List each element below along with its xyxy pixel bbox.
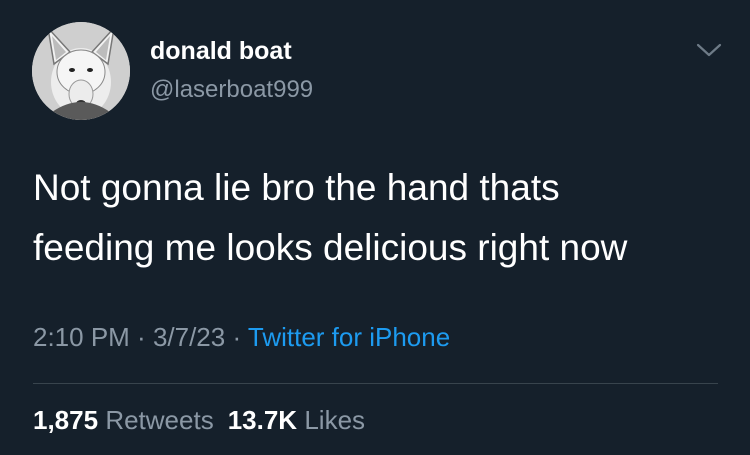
likes-stat[interactable]: 13.7K Likes xyxy=(228,405,365,435)
tweet-card: donald boat @laserboat999 Not gonna lie … xyxy=(0,0,750,455)
chevron-down-icon xyxy=(696,43,722,57)
user-handle[interactable]: @laserboat999 xyxy=(150,76,313,104)
divider xyxy=(33,383,718,384)
retweets-stat[interactable]: 1,875 Retweets xyxy=(33,405,214,435)
likes-count: 13.7K xyxy=(227,405,298,435)
tweet-date[interactable]: 3/7/23 xyxy=(153,322,225,352)
retweets-label: Retweets xyxy=(105,405,214,435)
tweet-time[interactable]: 2:10 PM xyxy=(33,322,130,352)
tweet-source-link[interactable]: Twitter for iPhone xyxy=(248,322,450,352)
display-name[interactable]: donald boat xyxy=(150,37,292,66)
tweet-text: Not gonna lie bro the hand thats feeding… xyxy=(33,158,723,278)
tweet-text-line: Not gonna lie bro the hand thats xyxy=(33,167,560,208)
meta-separator: · xyxy=(129,322,153,352)
tweet-meta: 2:10 PM · 3/7/23 · Twitter for iPhone xyxy=(33,322,450,353)
bull-terrier-avatar-icon xyxy=(32,22,130,120)
likes-label: Likes xyxy=(304,405,366,435)
tweet-text-line: feeding me looks delicious right now xyxy=(33,227,628,268)
avatar[interactable] xyxy=(32,22,130,120)
tweet-stats: 1,875 Retweets 13.7K Likes xyxy=(33,405,379,436)
more-options-button[interactable] xyxy=(694,38,724,62)
meta-separator: · xyxy=(225,322,248,352)
retweets-count: 1,875 xyxy=(33,405,99,435)
